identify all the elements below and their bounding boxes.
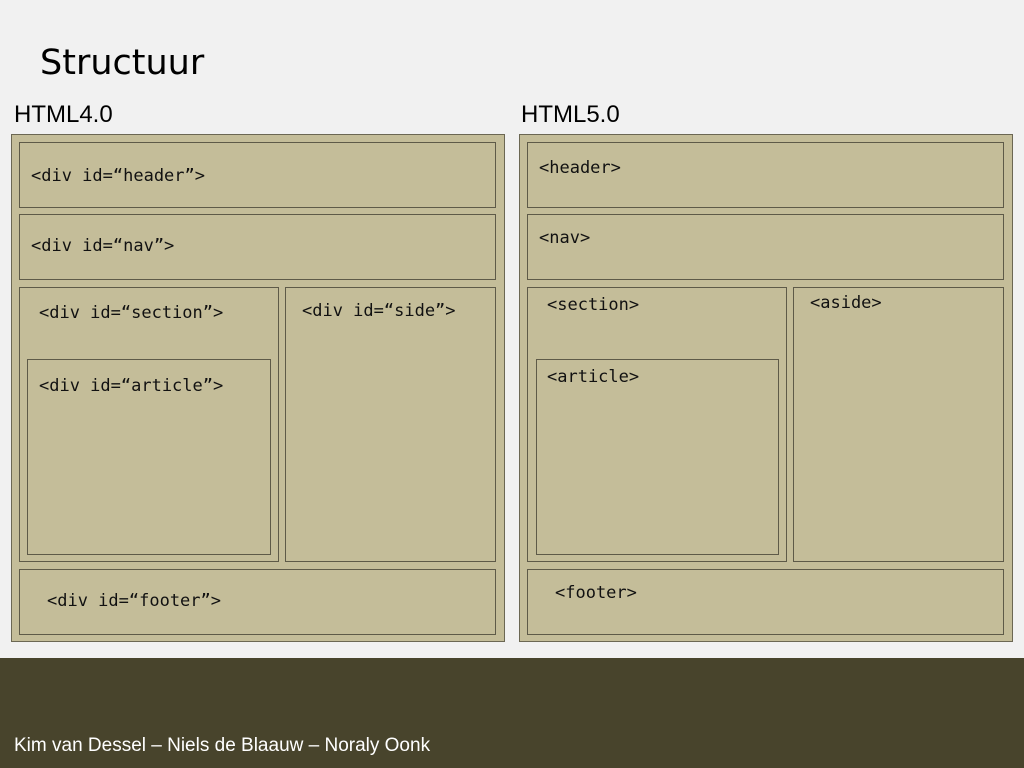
slide-title: Structuur — [40, 43, 205, 83]
authors-credit: Kim van Dessel – Niels de Blaauw – Noral… — [14, 735, 431, 756]
html5-nav-box — [527, 214, 1004, 280]
html5-heading: HTML5.0 — [521, 101, 620, 128]
html4-footer-label: <div id=“footer”> — [47, 591, 221, 611]
html4-side-box — [285, 287, 496, 562]
html5-article-label: <article> — [547, 367, 640, 387]
html5-footer-label: <footer> — [555, 583, 637, 603]
html5-nav-label: <nav> — [539, 228, 591, 248]
html5-aside-label: <aside> — [810, 293, 882, 313]
html5-article-box — [536, 359, 779, 555]
html4-header-label: <div id=“header”> — [31, 166, 205, 186]
html4-article-label: <div id=“article”> — [39, 376, 224, 396]
slide: Structuur HTML4.0 <div id=“header”> <div… — [0, 0, 1024, 768]
html4-section-label: <div id=“section”> — [39, 303, 224, 323]
html5-header-label: <header> — [539, 158, 621, 178]
html4-side-label: <div id=“side”> — [302, 301, 456, 321]
html4-heading: HTML4.0 — [14, 101, 113, 128]
html5-section-label: <section> — [547, 295, 640, 315]
html4-nav-label: <div id=“nav”> — [31, 236, 175, 256]
html5-aside-box — [793, 287, 1004, 562]
